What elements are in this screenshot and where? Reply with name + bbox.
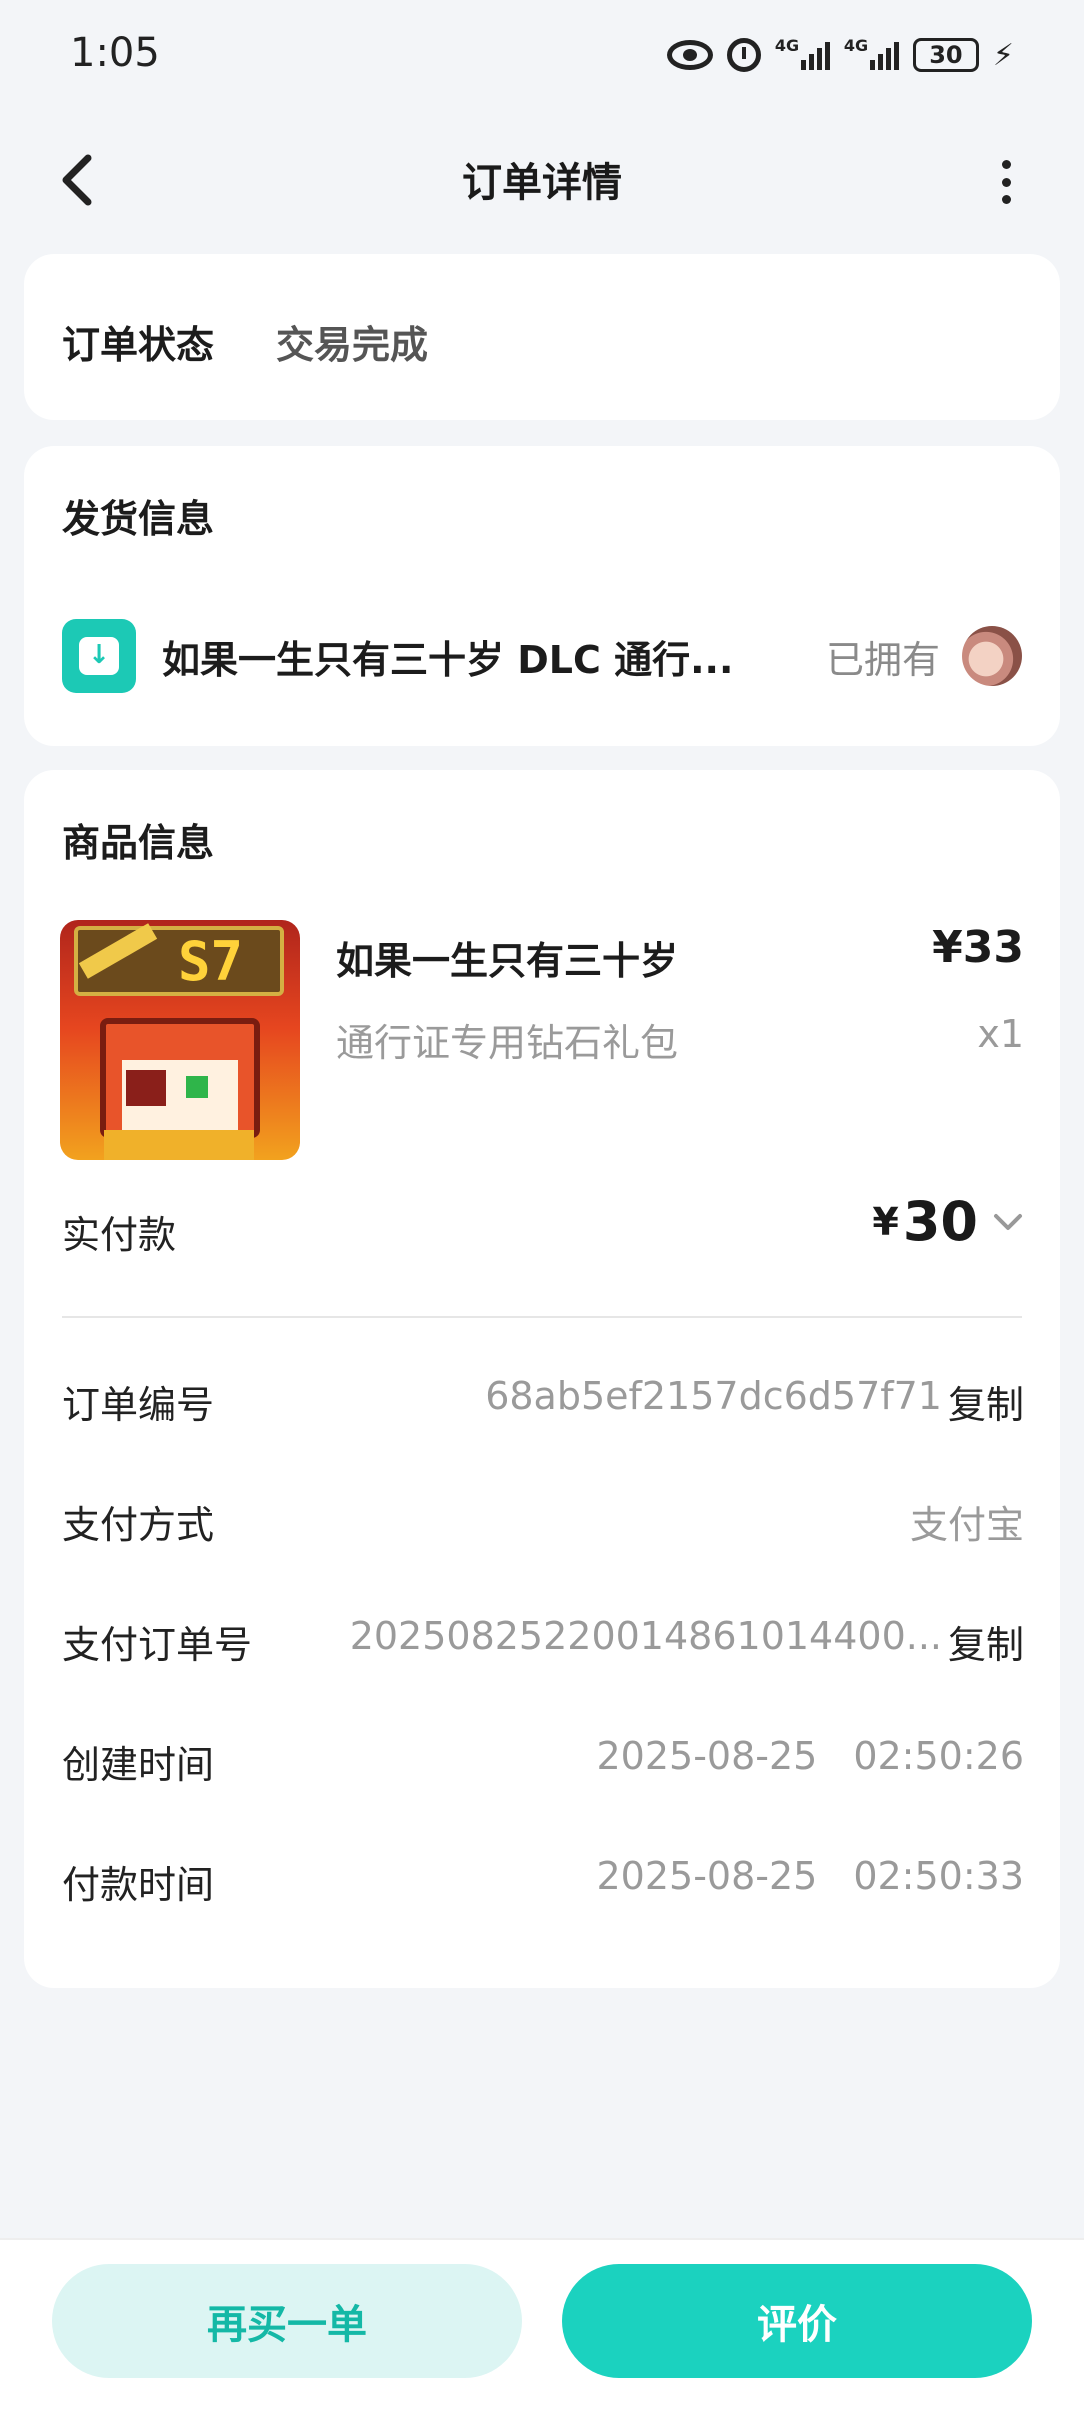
product-card: 商品信息 S7 如果一生只有三十岁 ¥33 通行证专用钻石礼包 x1 实付款 ¥… [24, 770, 1060, 1988]
thumb-badge: S7 [178, 930, 244, 993]
more-options-icon[interactable] [996, 160, 1016, 204]
owned-status: 已拥有 [825, 637, 940, 682]
actual-payment-label: 实付款 [62, 1213, 177, 1257]
delivery-section-title: 发货信息 [62, 497, 215, 541]
order-number-value: 68ab5ef2157dc6d57f71 [485, 1374, 942, 1418]
buy-again-button[interactable]: 再买一单 [52, 2264, 522, 2378]
payment-method-value: 支付宝 [909, 1503, 1024, 1547]
order-number-label: 订单编号 [62, 1383, 215, 1427]
eye-icon [666, 40, 713, 70]
product-name: 如果一生只有三十岁 [336, 939, 679, 983]
payment-order-number-value: 20250825220014861014400... [349, 1614, 942, 1658]
paid-time-value: 2025-08-25 02:50:33 [596, 1854, 1024, 1898]
status-icons: 4G 4G 30 ⚡ [666, 30, 1014, 80]
character-eye [186, 1076, 208, 1098]
actual-payment-amount: 30 [902, 1190, 978, 1253]
signal-icon: 4G [844, 38, 899, 70]
charging-icon: ⚡ [992, 37, 1014, 73]
delivery-card: 发货信息 如果一生只有三十岁 DLC 通行... 已拥有 [24, 446, 1060, 746]
app-store-icon [62, 619, 136, 693]
delivery-item[interactable]: 如果一生只有三十岁 DLC 通行... 已拥有 [62, 616, 1022, 696]
created-time-value: 2025-08-25 02:50:26 [596, 1734, 1024, 1778]
copy-payment-order-button[interactable]: 复制 [948, 1614, 1024, 1669]
payment-order-number-label: 支付订单号 [62, 1623, 253, 1667]
paid-time-label: 付款时间 [62, 1863, 215, 1907]
battery-icon: 30 [912, 38, 979, 72]
delivery-item-name: 如果一生只有三十岁 DLC 通行... [162, 637, 734, 682]
order-status-card: 订单状态 交易完成 [24, 254, 1060, 420]
product-section-title: 商品信息 [62, 821, 215, 865]
created-time-label: 创建时间 [62, 1743, 215, 1787]
product-subtitle: 通行证专用钻石礼包 [336, 1021, 679, 1065]
rate-button[interactable]: 评价 [562, 2264, 1032, 2378]
alarm-icon [726, 38, 761, 72]
page-title: 订单详情 [462, 160, 622, 206]
payment-method-label: 支付方式 [62, 1503, 215, 1547]
order-status-label: 订单状态 [62, 323, 215, 367]
product-thumbnail[interactable]: S7 [60, 920, 300, 1160]
product-quantity: x1 [977, 1012, 1024, 1056]
product-price: ¥33 [932, 922, 1024, 973]
order-status-value: 交易完成 [276, 323, 429, 367]
avatar [962, 626, 1022, 686]
chevron-down-icon [994, 1213, 1022, 1230]
copy-order-number-button[interactable]: 复制 [948, 1374, 1024, 1429]
signal-icon: 4G [775, 38, 830, 70]
status-time: 1:05 [70, 30, 160, 76]
divider [62, 1316, 1022, 1318]
actual-payment-toggle[interactable]: ¥ 30 [872, 1190, 1024, 1253]
currency-symbol: ¥ [872, 1199, 899, 1244]
